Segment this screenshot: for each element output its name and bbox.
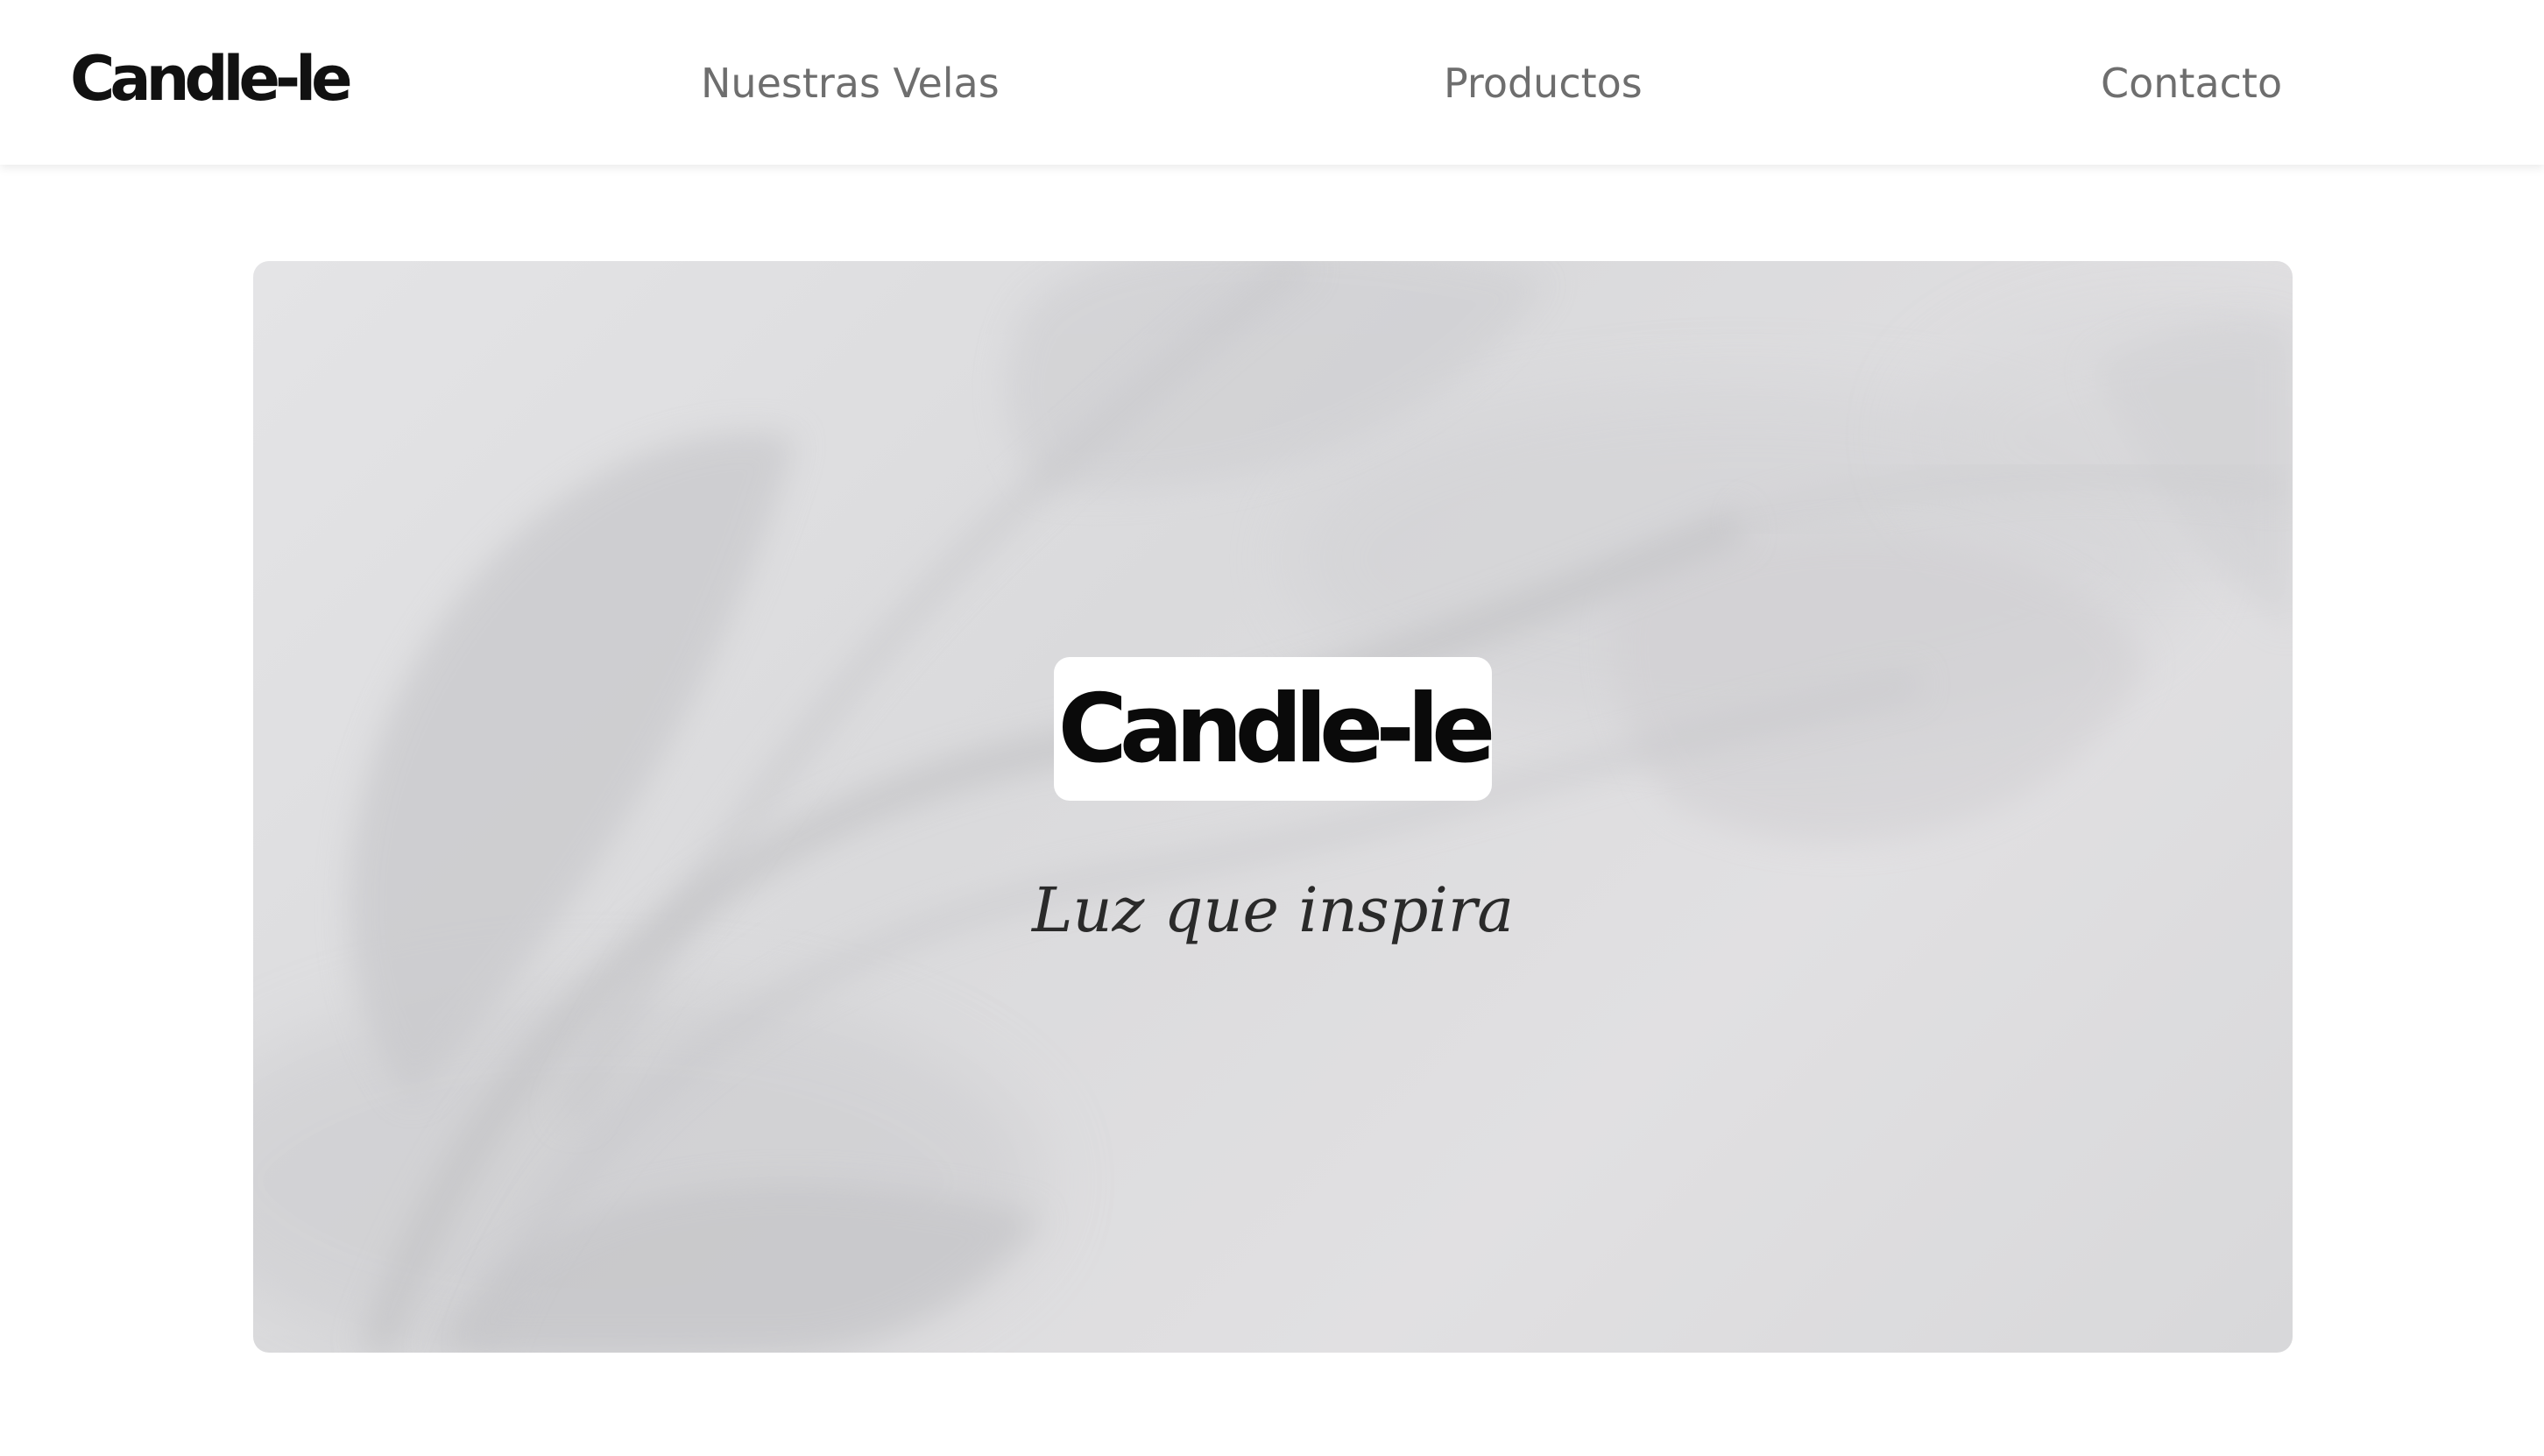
nav-link-nuestras-velas[interactable]: Nuestras Velas <box>701 53 1000 114</box>
hero-tagline: Luz que inspira <box>1031 874 1515 946</box>
hero-banner: Candle-le Luz que inspira <box>253 261 2293 1353</box>
leaf-shadow-background <box>253 261 2293 1353</box>
nav-link-productos[interactable]: Productos <box>1444 53 1643 114</box>
nav-link-contacto[interactable]: Contacto <box>2101 53 2282 114</box>
hero-logo: Candle-le <box>1054 657 1495 801</box>
top-navbar: Candle-le Nuestras Velas Productos Conta… <box>0 0 2544 165</box>
brand-logo[interactable]: Candle-le <box>70 43 353 115</box>
